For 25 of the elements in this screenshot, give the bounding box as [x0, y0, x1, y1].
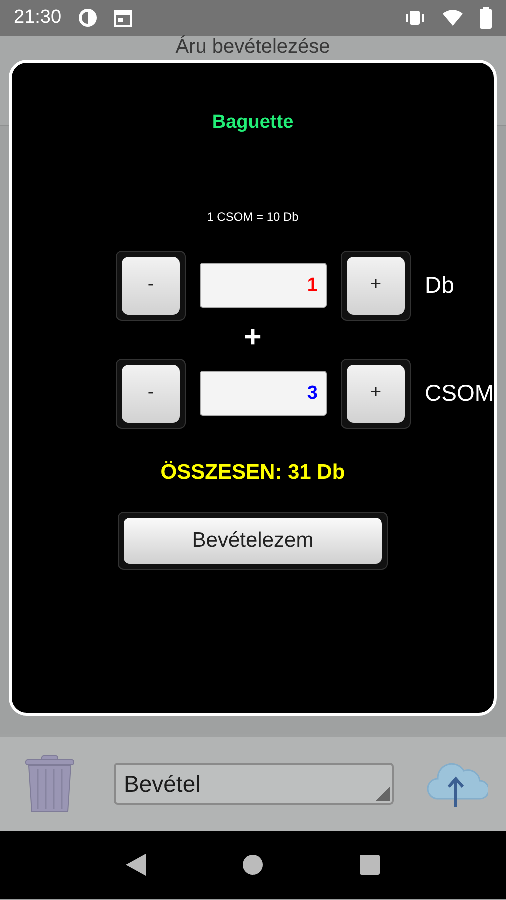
- conversion-text: 1 CSOM = 10 Db: [207, 208, 299, 226]
- decrement-button[interactable]: -: [122, 364, 180, 422]
- recents-icon[interactable]: [359, 854, 381, 876]
- decrement-button[interactable]: -: [122, 256, 180, 314]
- plus-sign: +: [244, 322, 262, 352]
- status-time: 21:30: [14, 6, 62, 30]
- unit-label: CSOM: [425, 379, 494, 408]
- submit-button[interactable]: Bevételezem: [124, 518, 382, 564]
- increment-button[interactable]: +: [347, 256, 405, 314]
- calendar-icon: [114, 9, 132, 27]
- data-saver-icon: [78, 8, 98, 28]
- dropdown-corner-icon: [376, 787, 390, 801]
- type-dropdown[interactable]: Bevétel: [114, 763, 394, 805]
- vibrate-icon: [404, 9, 426, 27]
- increment-button[interactable]: +: [347, 364, 405, 422]
- quantity-field[interactable]: 3: [200, 371, 327, 416]
- wifi-icon: [442, 9, 464, 27]
- unit-label: Db: [425, 271, 454, 300]
- quantity-field[interactable]: 1: [200, 263, 327, 308]
- back-icon[interactable]: [125, 853, 147, 877]
- product-name: Baguette: [212, 111, 294, 135]
- screen-title: Áru bevételezése: [176, 36, 330, 58]
- total-text: ÖSSZESEN: 31 Db: [160, 460, 346, 486]
- battery-icon: [480, 7, 492, 29]
- home-icon[interactable]: [242, 854, 264, 876]
